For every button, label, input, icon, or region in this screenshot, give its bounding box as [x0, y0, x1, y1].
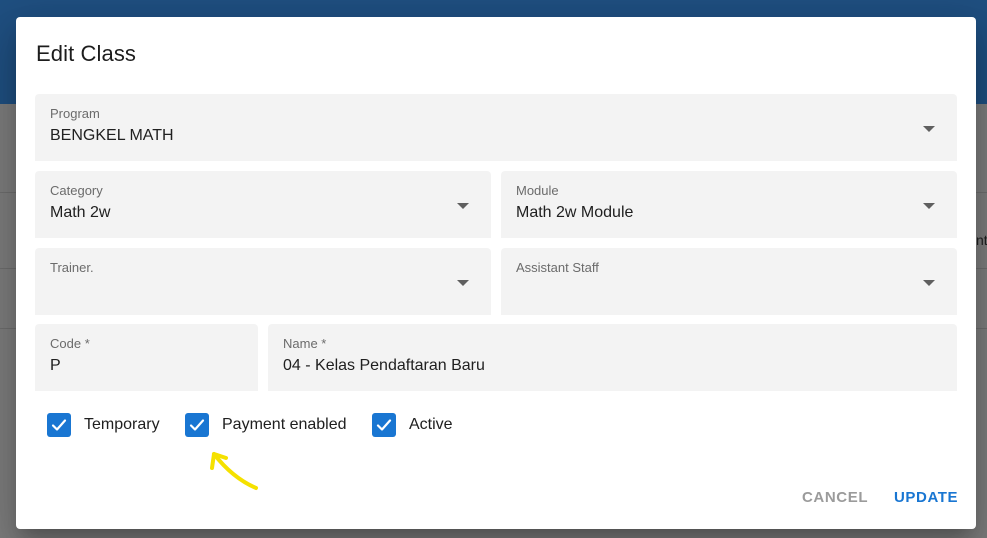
- code-label: Code *: [50, 336, 90, 351]
- edit-class-dialog: Edit Class Program BENGKEL MATH Category…: [16, 17, 976, 529]
- dialog-title: Edit Class: [36, 41, 137, 66]
- cancel-button[interactable]: CANCEL: [802, 489, 868, 506]
- program-label: Program: [50, 106, 100, 121]
- name-value: 04 - Kelas Pendaftaran Baru: [283, 357, 485, 374]
- category-value: Math 2w: [50, 204, 111, 221]
- temporary-label: Temporary: [84, 416, 160, 433]
- chevron-down-icon: [457, 203, 469, 209]
- name-field[interactable]: Name * 04 - Kelas Pendaftaran Baru: [268, 324, 957, 391]
- program-select[interactable]: Program BENGKEL MATH: [35, 94, 957, 161]
- update-button[interactable]: UPDATE: [894, 489, 958, 506]
- assistant-staff-select[interactable]: Assistant Staff: [501, 248, 957, 315]
- code-field[interactable]: Code * P: [35, 324, 258, 391]
- category-label: Category: [50, 183, 103, 198]
- code-value: P: [50, 357, 61, 374]
- module-value: Math 2w Module: [516, 204, 634, 221]
- annotation-arrow-icon: [210, 452, 258, 490]
- module-select[interactable]: Module Math 2w Module: [501, 171, 957, 238]
- program-value: BENGKEL MATH: [50, 127, 174, 144]
- checkmark-icon: [372, 413, 396, 437]
- payment-enabled-checkbox[interactable]: Payment enabled: [185, 413, 347, 437]
- module-label: Module: [516, 183, 559, 198]
- name-label: Name *: [283, 336, 327, 351]
- active-label: Active: [409, 416, 453, 433]
- chevron-down-icon: [923, 280, 935, 286]
- chevron-down-icon: [923, 126, 935, 132]
- chevron-down-icon: [923, 203, 935, 209]
- assistant-staff-label: Assistant Staff: [516, 260, 599, 275]
- chevron-down-icon: [457, 280, 469, 286]
- checkmark-icon: [185, 413, 209, 437]
- active-checkbox[interactable]: Active: [372, 413, 453, 437]
- backdrop-peek-text: nt: [976, 232, 987, 248]
- trainer-select[interactable]: Trainer.: [35, 248, 491, 315]
- checkmark-icon: [47, 413, 71, 437]
- category-select[interactable]: Category Math 2w: [35, 171, 491, 238]
- trainer-label: Trainer.: [50, 260, 94, 275]
- temporary-checkbox[interactable]: Temporary: [47, 413, 160, 437]
- payment-enabled-label: Payment enabled: [222, 416, 347, 433]
